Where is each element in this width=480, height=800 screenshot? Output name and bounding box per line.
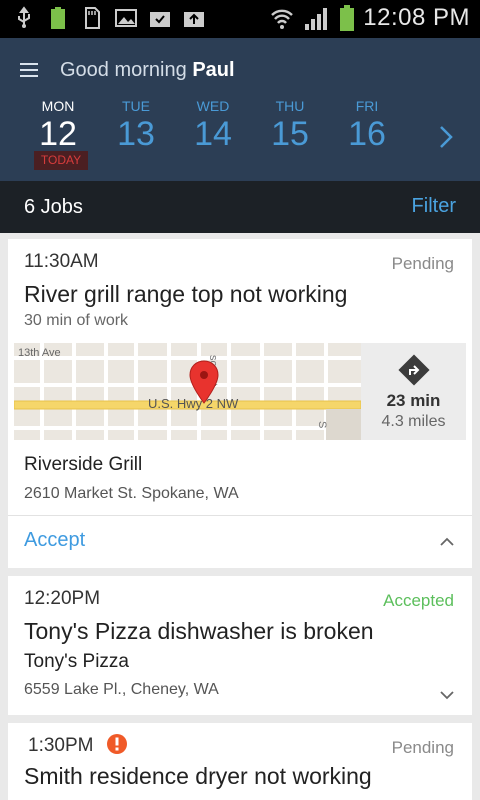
download-icon [150,12,170,27]
user-name: Paul [192,59,235,81]
street-label: 13th Ave [18,347,61,359]
divider [8,515,472,516]
filter-button[interactable]: Filter [412,195,456,218]
battery-full-icon [51,7,65,29]
day-of-week: THU [275,98,305,114]
chevron-up-icon[interactable] [439,537,455,547]
job-status: Pending [391,738,454,757]
day-number: 16 [348,115,386,153]
day-number: 12 [39,115,77,153]
day-of-week: TUE [122,98,150,114]
day-of-week: FRI [355,98,379,114]
directions-panel[interactable]: 23 min 4.3 miles [361,343,466,440]
job-card[interactable]: 1:30PM Pending Smith residence dryer not… [8,723,472,800]
battery-icon [340,5,355,31]
sd-card-icon [85,7,100,29]
hamburger-menu-icon[interactable] [20,63,38,77]
clock: 12:08 PM [363,4,470,31]
wifi-icon [271,9,294,29]
app-header: Good morning Paul MON 12 TUE 13 WED 14 T… [0,38,480,181]
day-of-week: MON [41,98,75,114]
day-thursday[interactable]: THU 15 [260,98,320,154]
status-bar: 12:08 PM [0,0,480,38]
business-name: Tony's Pizza [24,651,130,672]
accept-button[interactable]: Accept [24,529,85,552]
job-map[interactable]: 13th Ave U.S. Hwy 2 NW son St S [14,343,361,440]
day-of-week: WED [196,98,230,114]
day-monday[interactable]: MON 12 [28,98,88,154]
job-title: Smith residence dryer not working [24,763,372,789]
greeting: Good morning Paul [60,59,235,81]
job-status: Accepted [383,591,454,610]
chevron-right-icon[interactable] [438,124,454,150]
job-time: 1:30PM [28,735,94,756]
chevron-down-icon[interactable] [439,690,455,700]
alert-icon [107,734,127,754]
usb-icon [18,6,30,28]
job-time: 12:20PM [24,588,101,609]
drive-time: 23 min [386,391,441,410]
day-number: 14 [194,115,232,153]
day-number: 13 [117,115,155,153]
job-duration: 30 min of work [24,312,129,329]
business-address: 6559 Lake Pl., Cheney, WA [24,681,219,698]
job-title: Tony's Pizza dishwasher is broken [24,618,374,644]
day-wednesday[interactable]: WED 14 [183,98,243,154]
jobs-count: 6 Jobs [24,196,83,218]
business-name: Riverside Grill [24,454,143,475]
day-number: 15 [271,115,309,153]
business-address: 2610 Market St. Spokane, WA [24,485,239,502]
day-friday[interactable]: FRI 16 [337,98,397,154]
upload-icon [184,12,204,27]
job-title: River grill range top not working [24,281,348,307]
drive-distance: 4.3 miles [381,413,446,430]
job-card[interactable]: 11:30AM Pending River grill range top no… [8,239,472,568]
job-time: 11:30AM [24,251,99,272]
today-badge: TODAY [34,151,88,170]
job-card[interactable]: 12:20PM Accepted Tony's Pizza dishwasher… [8,576,472,715]
jobs-bar: 6 Jobs Filter [0,181,480,233]
image-icon [115,9,137,27]
street-label: S [316,421,328,429]
signal-icon [305,8,328,30]
directions-icon [398,354,430,386]
map-pin-icon [189,360,219,404]
job-status: Pending [391,254,454,273]
day-tuesday[interactable]: TUE 13 [106,98,166,154]
